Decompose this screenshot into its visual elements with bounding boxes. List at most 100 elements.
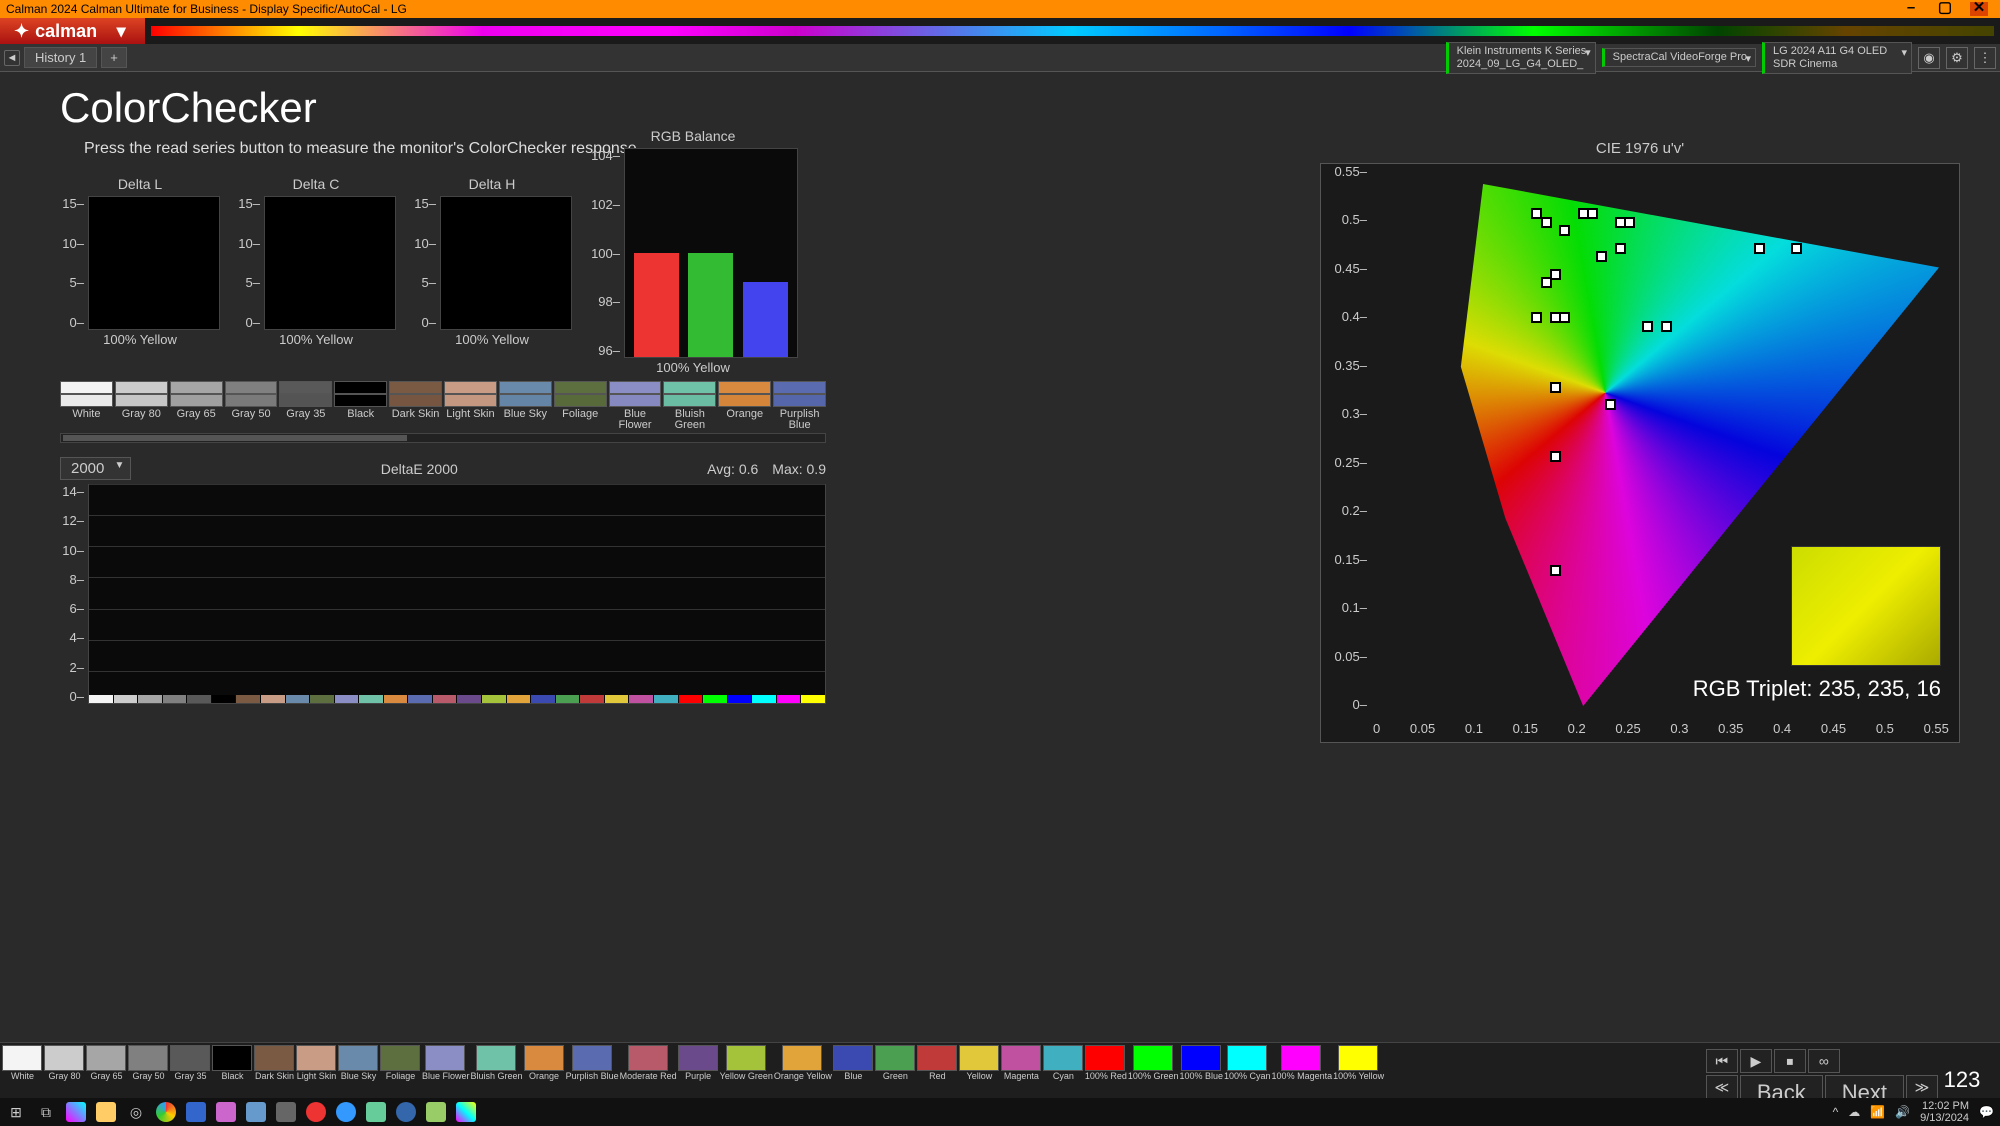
chrome-icon[interactable] xyxy=(156,1102,176,1122)
bottom-swatch-magenta[interactable]: Magenta xyxy=(1001,1045,1042,1090)
device-meter-select[interactable]: Klein Instruments K Series 2024_09_LG_G4… xyxy=(1446,42,1596,74)
swatch-gray-35[interactable]: Gray 35 xyxy=(279,381,332,431)
chart-xlabel: 100% Yellow xyxy=(236,332,396,347)
bottom-swatch-yellow[interactable]: Yellow xyxy=(959,1045,1000,1090)
bottom-swatch-gray-65[interactable]: Gray 65 xyxy=(86,1045,127,1090)
bottom-swatch-bluish-green[interactable]: Bluish Green xyxy=(471,1045,523,1090)
taskbar-clock[interactable]: 12:02 PM 9/13/2024 xyxy=(1920,1100,1969,1124)
bar-green xyxy=(688,253,733,357)
bottom-swatch-black[interactable]: Black xyxy=(212,1045,253,1090)
calman-app-icon[interactable] xyxy=(456,1102,476,1122)
swatch-orange[interactable]: Orange xyxy=(718,381,771,431)
bottom-swatch-dark-skin[interactable]: Dark Skin xyxy=(254,1045,295,1090)
tab-add-button[interactable]: + xyxy=(101,47,127,68)
bottom-swatch-moderate-red[interactable]: Moderate Red xyxy=(620,1045,677,1090)
bottom-swatch-red[interactable]: Red xyxy=(917,1045,958,1090)
nav-stop-button[interactable]: ⏹ xyxy=(1774,1049,1806,1073)
swatch-dark-skin[interactable]: Dark Skin xyxy=(389,381,442,431)
cie-point xyxy=(1559,312,1570,323)
brand-icon: ✦ xyxy=(14,21,29,42)
settings-icon[interactable]: ⚙ xyxy=(1946,47,1968,69)
bottom-swatch-blue-sky[interactable]: Blue Sky xyxy=(338,1045,379,1090)
tray-notification-icon[interactable]: 💬 xyxy=(1979,1105,1994,1119)
bottom-swatch-light-skin[interactable]: Light Skin xyxy=(296,1045,337,1090)
bottom-swatch-purple[interactable]: Purple xyxy=(678,1045,719,1090)
nav-first-button[interactable]: ⏮ xyxy=(1706,1049,1738,1073)
brand-logo[interactable]: ✦ calman ▾ xyxy=(0,18,145,44)
swatch-gray-80[interactable]: Gray 80 xyxy=(115,381,168,431)
app-icon[interactable] xyxy=(276,1102,296,1122)
tray-wifi-icon[interactable]: 📶 xyxy=(1870,1105,1885,1119)
tab-history[interactable]: History 1 xyxy=(24,47,97,68)
app-icon[interactable] xyxy=(246,1102,266,1122)
app-icon[interactable] xyxy=(186,1102,206,1122)
app-icon[interactable] xyxy=(216,1102,236,1122)
swatch-foliage[interactable]: Foliage xyxy=(554,381,607,431)
tray-volume-icon[interactable]: 🔊 xyxy=(1895,1105,1910,1119)
bottom-swatch-green[interactable]: Green xyxy=(875,1045,916,1090)
swatch-gray-50[interactable]: Gray 50 xyxy=(225,381,278,431)
brand-dropdown-icon[interactable]: ▾ xyxy=(111,21,131,42)
bottom-swatch-blue-flower[interactable]: Blue Flower xyxy=(422,1045,470,1090)
app-icon[interactable] xyxy=(366,1102,386,1122)
bottom-swatch-purplish-blue[interactable]: Purplish Blue xyxy=(566,1045,619,1090)
folder-icon[interactable] xyxy=(96,1102,116,1122)
tool-button-1[interactable]: ◉ xyxy=(1918,47,1940,69)
bottom-swatch-orange-yellow[interactable]: Orange Yellow xyxy=(774,1045,832,1090)
deltae-mode-select[interactable]: 2000 xyxy=(60,457,131,480)
minimize-button[interactable]: – xyxy=(1902,2,1920,16)
task-view-icon[interactable]: ⧉ xyxy=(36,1102,56,1122)
bottom-swatch-yellow-green[interactable]: Yellow Green xyxy=(720,1045,773,1090)
swatch-scrollbar[interactable] xyxy=(60,433,826,443)
windows-taskbar[interactable]: ⊞ ⧉ ◎ ^ ☁ 📶 🔊 12:02 PM 9/13/2024 💬 xyxy=(0,1098,2000,1126)
nav-loop-button[interactable]: ∞ xyxy=(1808,1049,1840,1073)
swatch-white[interactable]: White xyxy=(60,381,113,431)
swatch-light-skin[interactable]: Light Skin xyxy=(444,381,497,431)
swatch-purplish-blue[interactable]: Purplish Blue xyxy=(773,381,826,431)
bottom-swatch-white[interactable]: White xyxy=(2,1045,43,1090)
maximize-button[interactable]: ▢ xyxy=(1936,2,1954,16)
app-icon[interactable] xyxy=(306,1102,326,1122)
bottom-swatch-gray-80[interactable]: Gray 80 xyxy=(44,1045,85,1090)
cie-point xyxy=(1605,399,1616,410)
nav-play-button[interactable]: ▶ xyxy=(1740,1049,1772,1073)
bottom-swatch-gray-50[interactable]: Gray 50 xyxy=(128,1045,169,1090)
bottom-swatch-100-red[interactable]: 100% Red xyxy=(1085,1045,1127,1090)
start-icon[interactable]: ⊞ xyxy=(6,1102,26,1122)
bottom-swatch-100-yellow[interactable]: 100% Yellow xyxy=(1333,1045,1384,1090)
bottom-swatch-100-green[interactable]: 100% Green xyxy=(1128,1045,1179,1090)
device-source-select[interactable]: SpectraCal VideoForge Pro ▾ xyxy=(1602,48,1756,67)
tray-cloud-icon[interactable]: ☁ xyxy=(1848,1105,1860,1119)
bottom-swatch-100-magenta[interactable]: 100% Magenta xyxy=(1272,1045,1333,1090)
bottom-swatch-foliage[interactable]: Foliage xyxy=(380,1045,421,1090)
app-icon[interactable]: ◎ xyxy=(126,1102,146,1122)
app-icon[interactable] xyxy=(66,1102,86,1122)
cie-point xyxy=(1587,208,1598,219)
chart-xlabel: 100% Yellow xyxy=(588,360,798,375)
app-icon[interactable] xyxy=(336,1102,356,1122)
bottom-swatch-blue[interactable]: Blue xyxy=(833,1045,874,1090)
device-display-select[interactable]: LG 2024 A11 G4 OLED SDR Cinema ▾ xyxy=(1762,42,1912,74)
app-icon[interactable] xyxy=(426,1102,446,1122)
swatch-blue-sky[interactable]: Blue Sky xyxy=(499,381,552,431)
swatch-blue-flower[interactable]: Blue Flower xyxy=(609,381,662,431)
chart-delta-h: Delta H 15–10–5–0– 100% Yellow xyxy=(412,176,572,375)
history-back-icon[interactable]: ◄ xyxy=(4,50,20,66)
bottom-swatch-orange[interactable]: Orange xyxy=(524,1045,565,1090)
chevron-down-icon: ▾ xyxy=(1901,47,1907,60)
swatch-bluish-green[interactable]: Bluish Green xyxy=(663,381,716,431)
bottom-swatch-100-cyan[interactable]: 100% Cyan xyxy=(1224,1045,1271,1090)
chart-delta-l: Delta L 15–10–5–0– 100% Yellow xyxy=(60,176,220,375)
nav-rewind-button[interactable]: ≪ xyxy=(1706,1075,1738,1099)
app-icon[interactable] xyxy=(396,1102,416,1122)
cie-point xyxy=(1596,251,1607,262)
bottom-swatch-100-blue[interactable]: 100% Blue xyxy=(1179,1045,1223,1090)
tool-button-3[interactable]: ⋮ xyxy=(1974,47,1996,69)
swatch-gray-65[interactable]: Gray 65 xyxy=(170,381,223,431)
bottom-swatch-gray-35[interactable]: Gray 35 xyxy=(170,1045,211,1090)
tray-chevron-icon[interactable]: ^ xyxy=(1833,1105,1839,1119)
close-button[interactable]: ✕ xyxy=(1970,2,1988,16)
swatch-black[interactable]: Black xyxy=(334,381,387,431)
bottom-swatch-cyan[interactable]: Cyan xyxy=(1043,1045,1084,1090)
nav-ff-button[interactable]: ≫ xyxy=(1906,1075,1938,1099)
